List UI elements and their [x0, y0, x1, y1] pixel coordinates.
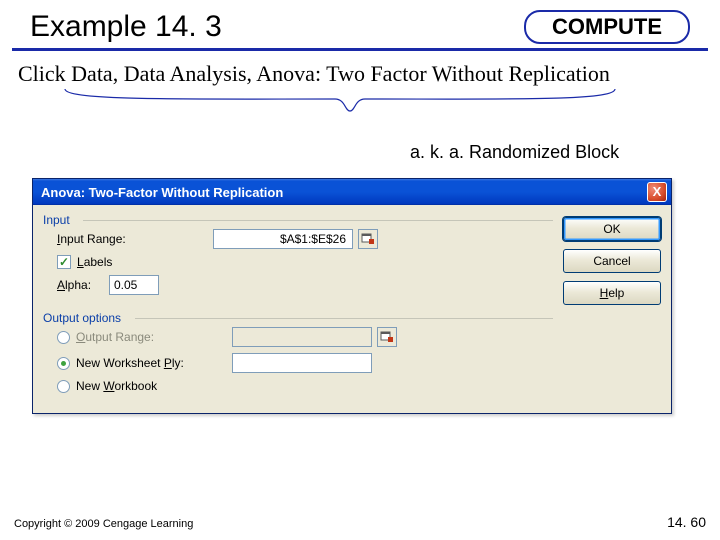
refedit-icon [361, 232, 375, 246]
refedit-button[interactable] [358, 229, 378, 249]
new-worksheet-label: New Worksheet Ply: [76, 356, 226, 370]
page-number: 14. 60 [667, 514, 706, 530]
alpha-field[interactable] [109, 275, 159, 295]
new-workbook-radio[interactable] [57, 380, 70, 393]
new-workbook-label: New Workbook [76, 379, 157, 393]
slide-title: Example 14. 3 [30, 10, 222, 44]
labels-row: ✓ Labels [57, 255, 547, 269]
group-rule-2 [135, 318, 553, 319]
help-button[interactable]: Help [563, 281, 661, 305]
labels-text: Labels [77, 255, 112, 269]
cancel-button[interactable]: Cancel [563, 249, 661, 273]
alpha-row: Alpha: [57, 275, 547, 295]
dialog-left-pane: Input Input Range: ✓ Labels Alpha: [43, 213, 553, 399]
alpha-label: Alpha: [57, 278, 103, 292]
dialog-titlebar[interactable]: Anova: Two-Factor Without Replication X [33, 179, 671, 205]
group-rule [83, 220, 553, 221]
new-worksheet-row: New Worksheet Ply: [57, 353, 547, 373]
dialog-button-column: OK Cancel Help [563, 213, 661, 399]
new-workbook-row: New Workbook [57, 379, 547, 393]
output-range-label: Output Range: [76, 330, 226, 344]
input-range-field[interactable] [213, 229, 353, 249]
new-worksheet-field[interactable] [232, 353, 372, 373]
brace-icon [60, 87, 620, 123]
curly-brace-annotation [0, 91, 720, 125]
copyright-text: Copyright © 2009 Cengage Learning [14, 518, 193, 530]
aka-label: a. k. a. Randomized Block [410, 142, 619, 163]
dialog-title: Anova: Two-Factor Without Replication [41, 185, 283, 200]
slide-header: Example 14. 3 COMPUTE [12, 0, 708, 51]
ok-button[interactable]: OK [563, 217, 661, 241]
input-range-label: Input Range: [57, 232, 207, 246]
output-range-row: Output Range: [57, 327, 547, 347]
refedit-icon [380, 330, 394, 344]
input-range-row: Input Range: [57, 229, 547, 249]
refedit-button-2[interactable] [377, 327, 397, 347]
compute-badge: COMPUTE [524, 10, 690, 44]
close-button[interactable]: X [647, 182, 667, 202]
output-range-field [232, 327, 372, 347]
output-range-radio[interactable] [57, 331, 70, 344]
labels-checkbox[interactable]: ✓ [57, 255, 71, 269]
dialog-body: Input Input Range: ✓ Labels Alpha: [33, 205, 671, 413]
anova-dialog: Anova: Two-Factor Without Replication X … [32, 178, 672, 414]
instruction-text: Click Data, Data Analysis, Anova: Two Fa… [0, 59, 720, 89]
new-worksheet-radio[interactable] [57, 357, 70, 370]
